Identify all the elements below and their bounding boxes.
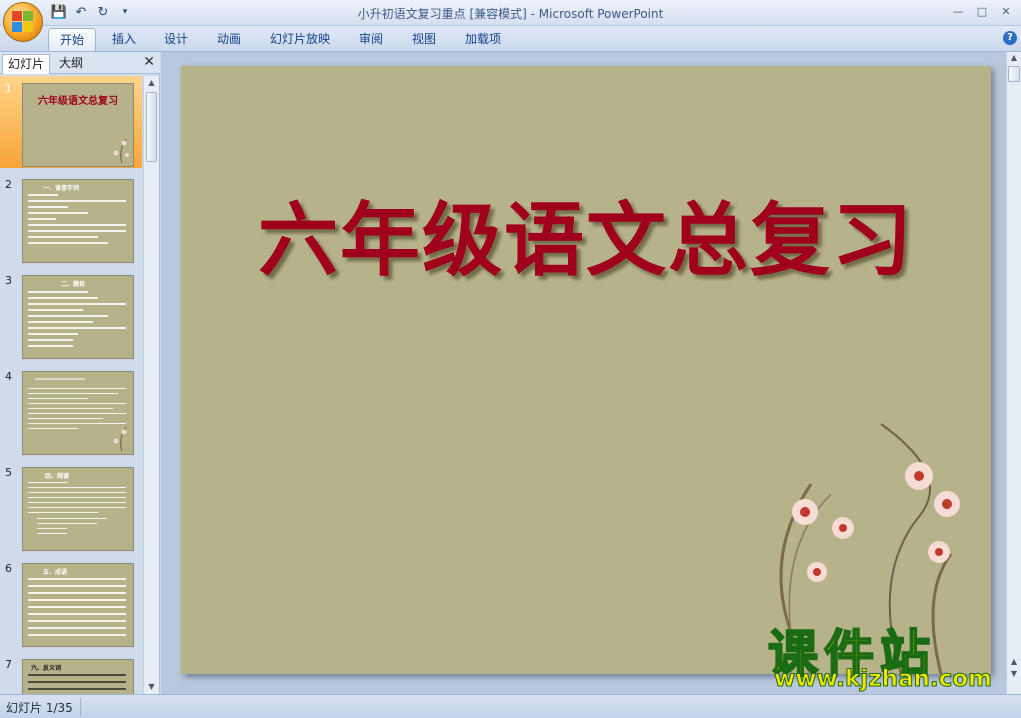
thumbnail-heading: 一、读音字词 — [43, 185, 80, 192]
current-slide[interactable]: 六年级语文总复习 — [181, 66, 991, 674]
minimize-icon[interactable]: — — [947, 2, 969, 20]
scrollbar-thumb[interactable] — [1008, 66, 1020, 82]
slide-editor: 六年级语文总复习 — [161, 52, 1006, 694]
help-icon[interactable]: ? — [1003, 31, 1017, 45]
slide-thumbnail-image — [22, 371, 134, 455]
slide-thumbnail-3[interactable]: 3 二、题目 — [0, 268, 142, 360]
slide-thumbnail-1[interactable]: 1 六年级语文总复习 — [0, 76, 142, 168]
title-bar: 💾 ↶ ↻ ▾ 小升初语文复习重点 [兼容模式] - Microsoft Pow… — [0, 0, 1021, 26]
window-title: 小升初语文复习重点 [兼容模式] - Microsoft PowerPoint — [357, 7, 664, 21]
slide-thumbnail-4[interactable]: 4 — [0, 364, 142, 456]
slide-thumbnail-image: 六年级语文总复习 — [22, 83, 134, 167]
slide-scrollbar[interactable]: ▲ ▲ ▼ — [1006, 52, 1021, 694]
tab-animations[interactable]: 动画 — [206, 28, 252, 51]
next-slide-icon[interactable]: ▼ — [1007, 668, 1021, 680]
thumbnail-heading: 六、反义词 — [31, 665, 62, 672]
tab-view[interactable]: 视图 — [401, 28, 447, 51]
scrollbar-thumb[interactable] — [146, 92, 157, 162]
slide-thumbnail-image: 四、阅读 — [22, 467, 134, 551]
ribbon-tabs: 开始 插入 设计 动画 幻灯片放映 审阅 视图 加载项 ? — [0, 26, 1021, 52]
watermark-logo: 课件站 www.kjzhan.com — [767, 618, 1008, 694]
slide-thumbnail-image: 一、读音字词 — [22, 179, 134, 263]
scroll-down-icon[interactable]: ▼ — [144, 680, 159, 694]
thumbnail-scrollbar[interactable]: ▲ ▼ — [143, 76, 159, 694]
slide-thumbnail-list: 1 六年级语文总复习 2 一、读音字词 3 二、题目 4 5 四、阅读 6 五、… — [0, 76, 142, 694]
slide-number: 3 — [5, 274, 12, 287]
tab-slides[interactable]: 幻灯片 — [2, 54, 51, 74]
close-icon[interactable]: ✕ — [995, 2, 1017, 20]
scroll-up-icon[interactable]: ▲ — [1007, 52, 1021, 64]
tab-add-ins[interactable]: 加载项 — [454, 28, 512, 51]
window-controls: — □ ✕ — [947, 2, 1017, 20]
tab-slide-show[interactable]: 幻灯片放映 — [259, 28, 341, 51]
slides-pane: 幻灯片 大纲 ✕ 1 六年级语文总复习 2 一、读音字词 3 二、题目 4 5 … — [0, 52, 160, 694]
flower-decoration-icon — [113, 138, 129, 163]
slide-number: 2 — [5, 178, 12, 191]
tab-home[interactable]: 开始 — [48, 28, 97, 51]
slide-number: 1 — [5, 82, 12, 95]
pane-tabs: 幻灯片 大纲 ✕ — [0, 52, 160, 74]
slide-title[interactable]: 六年级语文总复习 — [181, 176, 991, 292]
flower-decoration-icon — [113, 426, 127, 451]
tab-review[interactable]: 审阅 — [348, 28, 394, 51]
slide-thumbnail-6[interactable]: 6 五、成语 — [0, 556, 142, 648]
scroll-up-icon[interactable]: ▲ — [144, 76, 159, 90]
office-button[interactable] — [3, 2, 43, 42]
slide-thumbnail-image: 五、成语 — [22, 563, 134, 647]
slide-number: 6 — [5, 562, 12, 575]
thumbnail-heading: 四、阅读 — [45, 473, 70, 480]
thumbnail-heading: 五、成语 — [43, 569, 68, 576]
status-bar: 幻灯片 1/35 — [0, 694, 1021, 718]
close-icon[interactable]: ✕ — [143, 54, 155, 70]
slide-counter: 幻灯片 1/35 — [6, 701, 73, 715]
watermark-url: www.kjzhan.com — [774, 666, 993, 693]
tab-design[interactable]: 设计 — [153, 28, 199, 51]
slide-number: 4 — [5, 370, 12, 383]
tab-outline[interactable]: 大纲 — [54, 54, 88, 74]
slide-thumbnail-2[interactable]: 2 一、读音字词 — [0, 172, 142, 264]
office-logo-icon — [12, 11, 34, 33]
slide-thumbnail-5[interactable]: 5 四、阅读 — [0, 460, 142, 552]
thumbnail-title: 六年级语文总复习 — [38, 96, 118, 107]
previous-slide-icon[interactable]: ▲ — [1007, 656, 1021, 668]
restore-icon[interactable]: □ — [971, 2, 993, 20]
thumbnail-heading: 二、题目 — [61, 281, 86, 288]
blossom-group — [792, 462, 960, 582]
tab-insert[interactable]: 插入 — [101, 28, 147, 51]
slide-number: 7 — [5, 658, 12, 671]
slide-thumbnail-7[interactable]: 7 六、反义词 — [0, 652, 142, 694]
slide-number: 5 — [5, 466, 12, 479]
slide-thumbnail-image: 二、题目 — [22, 275, 134, 359]
slide-thumbnail-image: 六、反义词 — [22, 659, 134, 694]
status-divider — [80, 698, 81, 716]
